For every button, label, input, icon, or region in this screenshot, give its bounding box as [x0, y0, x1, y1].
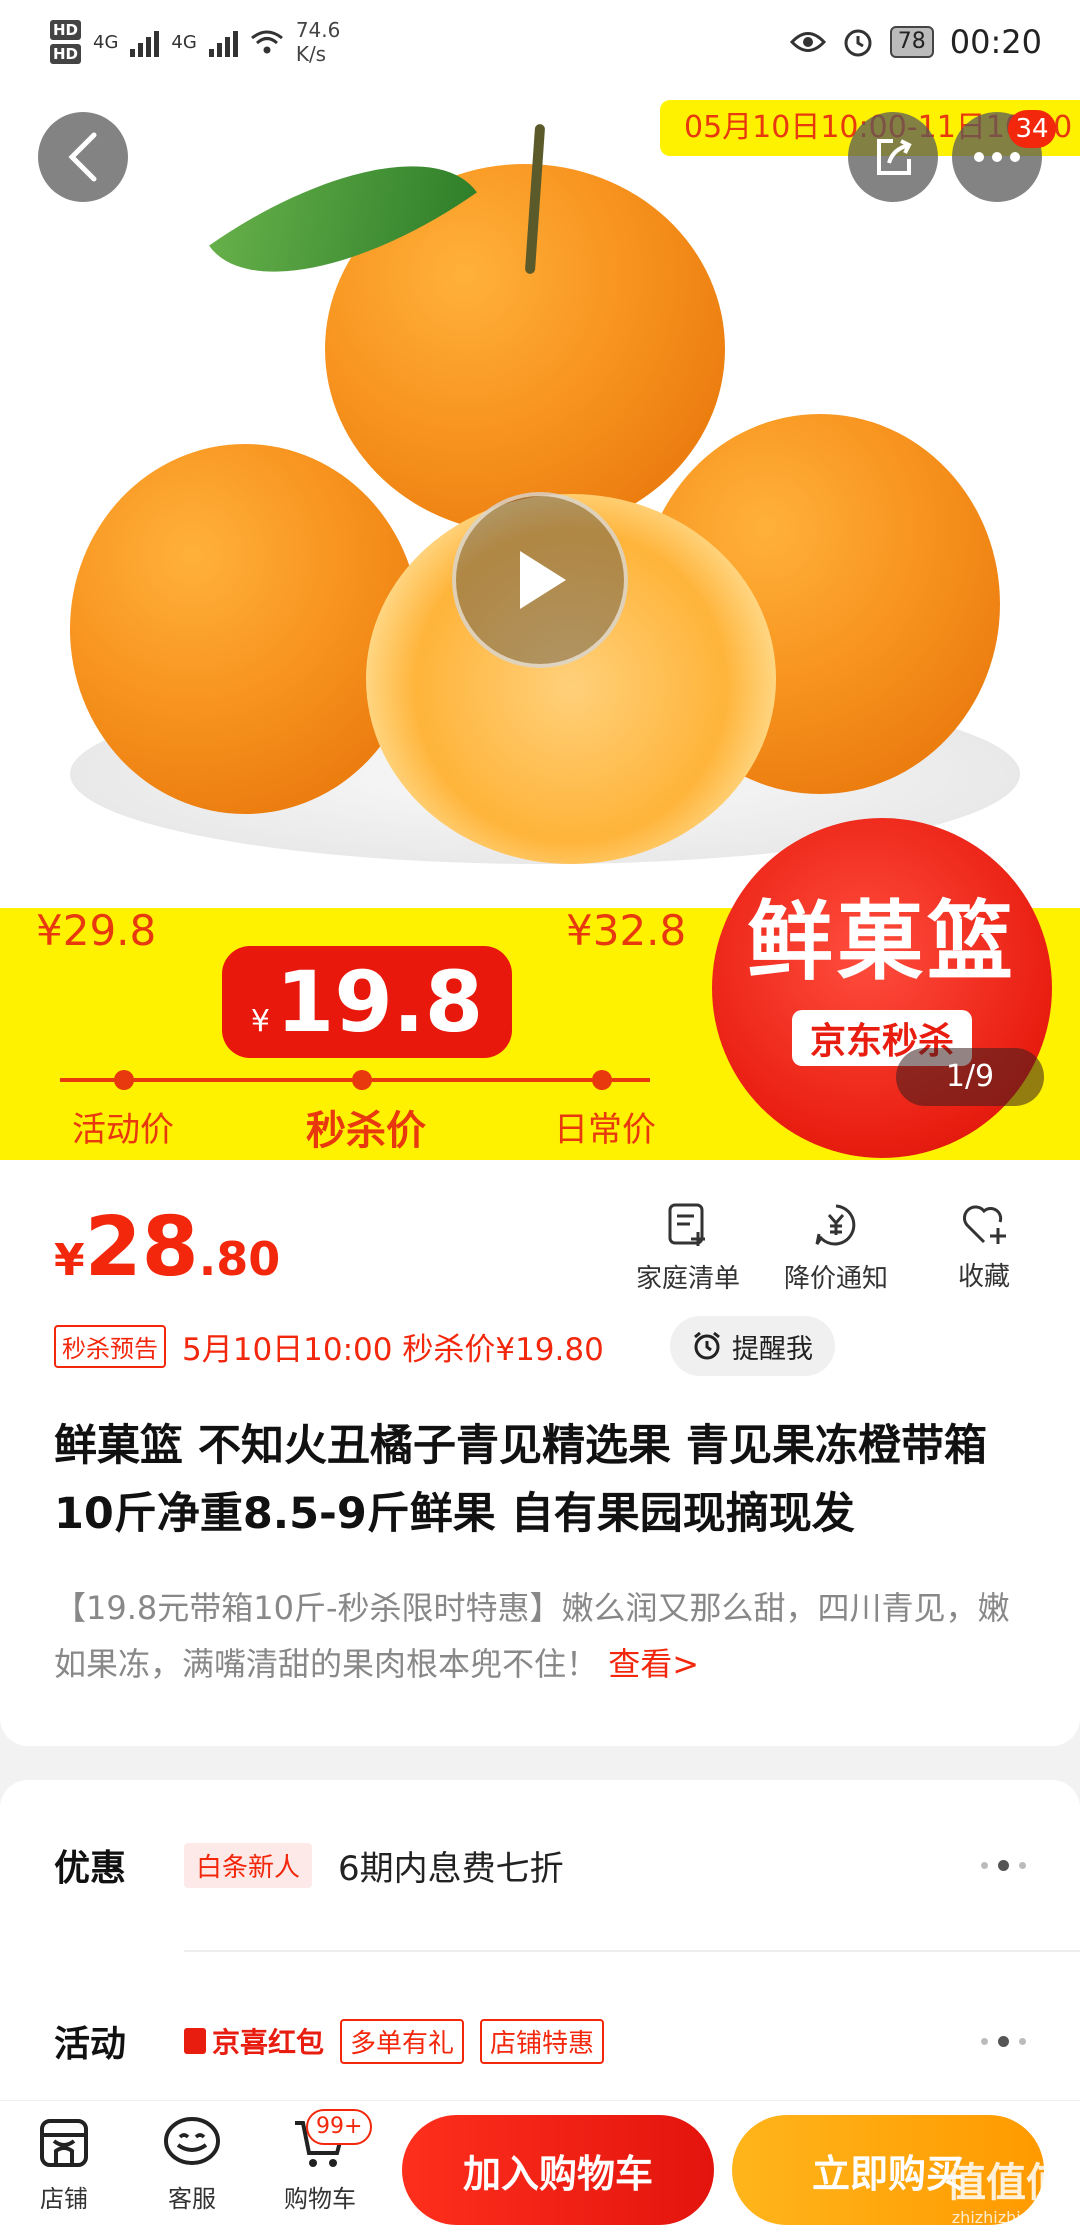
more-dots-icon [974, 152, 1020, 162]
price-drop-icon [815, 1204, 856, 1246]
seckill-price: 19.8 [275, 953, 484, 1051]
favorite-button[interactable]: 收藏 [928, 1202, 1040, 1295]
play-video-button[interactable] [452, 492, 628, 668]
product-actions: 家庭清单 降价通知 收藏 [632, 1202, 1040, 1295]
seckill-preview-text: 5月10日10:00 秒杀价¥19.80 [182, 1332, 604, 1368]
more-dots-icon [981, 1859, 1026, 1871]
network-type-2: 4G [171, 31, 197, 53]
price-dot [352, 1070, 372, 1090]
status-right: 78 00:20 [789, 23, 1042, 61]
discount-label: 优惠 [54, 1848, 127, 1889]
activity-price: ¥29.8 [36, 906, 157, 955]
activity-row[interactable]: 活动 京喜红包 多单有礼 店铺特惠 [0, 1976, 1080, 2106]
view-more-link[interactable]: 查看> [608, 1645, 699, 1683]
image-counter: 1/9 [896, 1048, 1044, 1106]
network-speed: 74.6 K/s [296, 18, 341, 66]
brand-badge: 鲜菓篮 京东秒杀 [712, 818, 1052, 1158]
activity-label: 活动 [54, 2024, 127, 2065]
discount-tags: 白条新人 6期内息费七折 [184, 1841, 564, 1890]
product-image-carousel[interactable]: 05月10日10:00-11日10:00 ¥29.8 ¥32.8 ¥ 19.8 … [0, 84, 1080, 1160]
seckill-preview-row: 秒杀预告 5月10日10:00 秒杀价¥19.80 [54, 1324, 604, 1369]
hd-badge-2: HD [50, 44, 82, 64]
label-activity-price: 活动价 [72, 1110, 174, 1150]
shop-button[interactable]: 店铺 [14, 2115, 114, 2214]
divider [184, 1950, 1080, 1952]
price-decimal: .80 [198, 1232, 281, 1286]
speed-value: 74.6 [295, 18, 341, 42]
signal-icon [130, 27, 160, 57]
eye-icon [789, 32, 826, 52]
family-list-button[interactable]: 家庭清单 [632, 1202, 744, 1295]
seckill-price-bubble: ¥ 19.8 [222, 946, 512, 1058]
cart-label: 购物车 [284, 2185, 356, 2213]
customer-service-button[interactable]: 客服 [142, 2115, 242, 2214]
more-dots-icon [981, 2035, 1026, 2047]
shop-label: 店铺 [40, 2185, 88, 2213]
share-button[interactable] [848, 112, 938, 202]
price-currency: ¥ [54, 1235, 85, 1286]
price-drop-label: 降价通知 [783, 1264, 888, 1294]
favorite-label: 收藏 [957, 1262, 1010, 1292]
price-integer: 28 [84, 1200, 199, 1295]
add-to-cart-button[interactable]: 加入购物车 [402, 2115, 714, 2225]
orange-graphic [70, 444, 420, 814]
status-bar: HD HD 4G 4G 74.6 K/s 78 00:20 [0, 0, 1080, 84]
wifi-icon [250, 30, 283, 54]
seckill-preview-tag: 秒杀预告 [54, 1325, 166, 1368]
price-drop-notify-button[interactable]: 降价通知 [780, 1202, 892, 1295]
remind-me-button[interactable]: 提醒我 [670, 1316, 835, 1376]
clock: 00:20 [949, 23, 1042, 61]
product-title: 鲜菓篮 不知火丑橘子青见精选果 青见果冻橙带箱10斤净重8.5-9斤鲜果 自有果… [54, 1421, 987, 1539]
battery-indicator: 78 [889, 26, 934, 58]
customer-service-label: 客服 [168, 2185, 216, 2213]
baitiao-new-user-chip: 白条新人 [184, 1842, 313, 1888]
status-left: HD HD 4G 4G 74.6 K/s [50, 18, 340, 66]
label-seckill-price: 秒杀价 [306, 1108, 426, 1154]
signal-icon-2 [208, 27, 238, 57]
message-count-badge: 34 [1008, 110, 1056, 148]
alarm-icon [844, 29, 872, 57]
watermark-logo: 值值值 [946, 2160, 1066, 2206]
watermark-url: zhizhizhi.com [951, 2208, 1060, 2227]
speed-unit: K/s [295, 42, 327, 66]
jingxi-redpacket-tag: 京喜红包 [184, 2021, 324, 2061]
back-button[interactable] [38, 112, 128, 202]
hd-indicators: HD HD [50, 20, 82, 64]
play-icon [520, 551, 566, 609]
activity-tags: 京喜红包 多单有礼 店铺特惠 [184, 2018, 605, 2064]
network-type-1: 4G [93, 31, 119, 53]
heart-add-icon [963, 1205, 1006, 1244]
shop-icon [40, 2119, 88, 2167]
product-info-card: ¥ 28 .80 家庭清单 降价通知 收藏 秒杀预告 5月10日10:00 秒杀… [0, 1160, 1080, 1746]
remind-me-label: 提醒我 [732, 1333, 813, 1365]
list-add-icon [668, 1203, 705, 1246]
price-dot [114, 1070, 134, 1090]
product-page: HD HD 4G 4G 74.6 K/s 78 00:20 0 [0, 0, 1080, 2240]
discount-text: 6期内息费七折 [338, 1848, 564, 1889]
price-dot [592, 1070, 612, 1090]
product-description: 【19.8元带箱10斤-秒杀限时特惠】嫩么润又那么甜，四川青见，嫩如果冻，满嘴清… [54, 1580, 1034, 1692]
cart-count-badge: 99+ [306, 2109, 373, 2145]
chevron-left-icon [68, 132, 97, 182]
current-price: ¥ 28 .80 [54, 1200, 280, 1295]
store-special-tag: 店铺特惠 [480, 2018, 605, 2064]
seckill-currency: ¥ [250, 1004, 270, 1039]
brand-name: 鲜菓篮 [747, 891, 1017, 992]
red-envelope-icon [184, 2028, 206, 2054]
alarm-clock-icon [694, 1331, 720, 1360]
multi-order-gift-tag: 多单有礼 [340, 2018, 465, 2064]
daily-price: ¥32.8 [566, 906, 687, 955]
label-daily-price: 日常价 [554, 1110, 656, 1150]
bottom-action-bar: 店铺 客服 购物车 99+ 加入购物车 立即购买 [0, 2100, 1080, 2240]
description-text: 【19.8元带箱10斤-秒杀限时特惠】嫩么润又那么甜，四川青见，嫩如果冻，满嘴清… [54, 1589, 1010, 1683]
discount-row[interactable]: 优惠 白条新人 6期内息费七折 [0, 1800, 1080, 1930]
share-icon [877, 139, 912, 175]
hd-badge-1: HD [50, 20, 82, 40]
jingxi-redpacket-label: 京喜红包 [212, 2026, 325, 2059]
customer-service-icon [164, 2117, 220, 2165]
family-list-label: 家庭清单 [635, 1264, 740, 1294]
